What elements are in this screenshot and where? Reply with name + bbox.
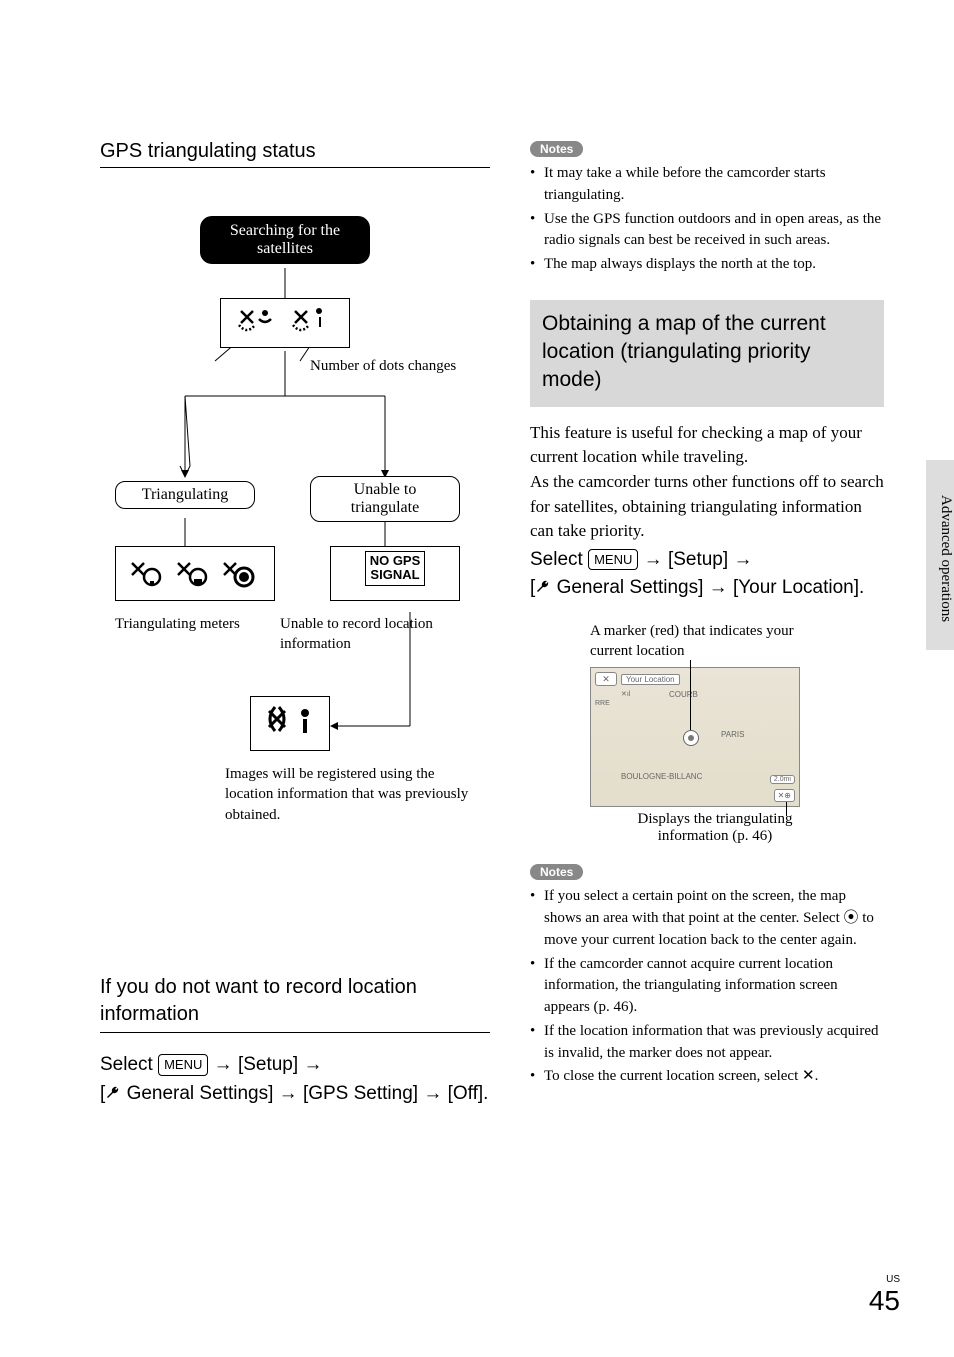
map-gps-status-icon: ✕⊕ [774,789,795,802]
gps-status-title: GPS triangulating status [100,140,490,168]
body-para-2: As the camcorder turns other functions o… [530,470,884,544]
notes-badge: Notes [530,864,583,880]
list-item: Use the GPS function outdoors and in ope… [530,209,884,253]
searching-icons-row [220,298,350,348]
gps-flowchart: Searching for the satellites [100,186,490,966]
map-figure: ✕ Your Location ✕ıl RRE COURB PARIS BOUL… [590,667,800,807]
unable-triangulate-box: Unable to triangulate [310,476,460,522]
map-tab-label: Your Location [621,674,680,685]
map-bottom-annotation: Displays the triangulating information (… [610,811,820,845]
no-gps-signal-label: NO GPS SIGNAL [365,551,426,586]
prev-loc-caption: Images will be registered using the loca… [225,764,475,825]
satellite-meter-icons [126,553,266,593]
list-item: The map always displays the north at the… [530,254,884,276]
satellite-search-icon [235,305,335,339]
no-gps-row: NO GPS SIGNAL [330,546,460,601]
map-scale: 2.0mi [770,775,795,784]
unable-record-caption: Unable to record location information [280,614,470,655]
notes-list-2: If you select a certain point on the scr… [530,886,884,1088]
list-item: To close the current location screen, se… [530,1066,884,1088]
map-close-button[interactable]: ✕ [595,672,617,686]
map-gps-mini-icon: ✕ıl [621,690,630,698]
obtaining-map-heading: Obtaining a map of the current location … [530,300,884,407]
wrench-icon [105,1085,121,1101]
wrench-icon [535,579,551,595]
menu-button-label: MENU [158,1054,208,1076]
list-item: If you select a certain point on the scr… [530,886,884,951]
no-record-title: If you do not want to record location in… [100,974,490,1033]
list-item: If the camcorder cannot acquire current … [530,954,884,1019]
page-number: US 45 [869,1274,900,1317]
map-place-1: COURB [669,690,698,699]
notes-badge: Notes [530,141,583,157]
list-item: It may take a while before the camcorder… [530,163,884,207]
triangulating-meters-row [115,546,275,601]
map-place-3: BOULOGNE-BILLANC [621,772,702,781]
map-place-2: PARIS [721,730,744,739]
body-para-1: This feature is useful for checking a ma… [530,421,884,470]
triangulating-box: Triangulating [115,481,255,509]
previous-loc-icon-row [250,696,330,751]
list-item: If the location information that was pre… [530,1021,884,1065]
satellite-prev-icon [261,703,321,743]
menu-button-label: MENU [588,549,638,571]
num-dots-caption: Number of dots changes [310,356,470,376]
map-procedure: Select MENU → [Setup] → [ General Settin… [530,546,884,603]
tri-meters-caption: Triangulating meters [115,614,275,634]
current-location-marker [683,730,699,746]
side-tab: Advanced operations [926,460,954,650]
no-record-procedure: Select MENU → [Setup] → [ General Settin… [100,1051,490,1108]
map-top-annotation: A marker (red) that indicates your curre… [590,621,830,662]
notes-list-1: It may take a while before the camcorder… [530,163,884,276]
